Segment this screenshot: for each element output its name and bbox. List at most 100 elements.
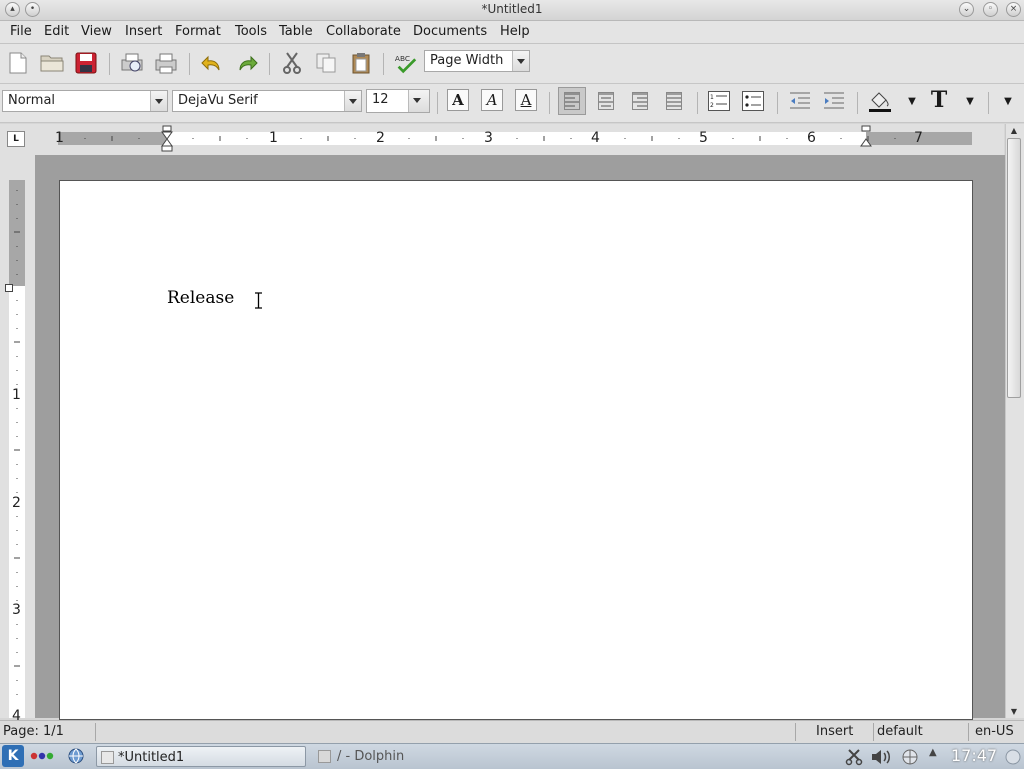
toolbar-separator (269, 53, 270, 75)
print-preview-icon[interactable] (120, 51, 144, 75)
status-separator (795, 723, 796, 741)
toolbar-separator (437, 92, 438, 114)
font-combo[interactable]: DejaVu Serif (172, 90, 362, 112)
menu-help[interactable]: Help (500, 24, 530, 39)
clock[interactable]: 17:47 (951, 746, 997, 765)
tray-expand-icon[interactable]: ▲ (929, 747, 937, 758)
style-combo[interactable]: Normal (2, 90, 168, 112)
menu-edit[interactable]: Edit (44, 24, 69, 39)
close-button[interactable]: × (1006, 2, 1021, 17)
font-dropdown-icon[interactable] (344, 91, 361, 111)
menu-collaborate[interactable]: Collaborate (326, 24, 401, 39)
status-separator (873, 723, 874, 741)
underline-button[interactable]: A (515, 89, 537, 111)
scrollbar-thumb[interactable] (1007, 138, 1021, 398)
numbered-list-button[interactable]: 12 (707, 89, 731, 113)
decrease-indent-icon (790, 92, 810, 109)
ruler-number: 4 (591, 130, 600, 146)
toolbar-overflow-icon[interactable]: ▼ (996, 89, 1020, 113)
menu-table[interactable]: Table (279, 24, 313, 39)
spellcheck-icon[interactable]: ABC (394, 51, 418, 75)
task-label: / - Dolphin (337, 749, 405, 764)
status-separator (968, 723, 969, 741)
toolbar-separator (109, 53, 110, 75)
status-separator (95, 723, 96, 741)
bold-button[interactable]: A (447, 89, 469, 111)
open-folder-icon[interactable] (40, 51, 64, 75)
network-globe-icon[interactable] (66, 747, 86, 765)
toolbar-separator (697, 92, 698, 114)
taskbar-item-dolphin[interactable]: / - Dolphin (314, 746, 524, 767)
ruler-number: 1 (55, 130, 64, 146)
menu-view[interactable]: View (81, 24, 112, 39)
document-text[interactable]: Release (167, 288, 234, 308)
text-color-button[interactable]: T (927, 87, 951, 113)
zoom-dropdown-icon[interactable] (512, 51, 529, 71)
page-count: Page: 1/1 (3, 724, 64, 739)
align-left-button[interactable] (558, 87, 586, 115)
undo-icon[interactable] (200, 51, 224, 75)
language-status[interactable]: en-US (975, 724, 1014, 739)
scroll-up-icon[interactable]: ▲ (1007, 125, 1021, 136)
bullet-list-button[interactable] (741, 89, 765, 113)
menu-format[interactable]: Format (175, 24, 221, 39)
svg-text:1: 1 (710, 94, 714, 101)
italic-button[interactable]: A (481, 89, 503, 111)
align-right-button[interactable] (628, 89, 652, 113)
highlight-color-dropdown-icon[interactable]: ▼ (900, 89, 924, 113)
align-right-icon (632, 92, 648, 110)
right-indent-marker[interactable] (859, 125, 873, 149)
menu-tools[interactable]: Tools (235, 24, 267, 39)
maximize-button[interactable]: ◦ (983, 2, 998, 17)
menu-insert[interactable]: Insert (125, 24, 162, 39)
highlight-color-button[interactable] (868, 89, 892, 113)
status-bar: Page: 1/1 Insert default en-US (0, 720, 1024, 743)
zoom-combo[interactable]: Page Width (424, 50, 530, 72)
klipper-scissors-icon[interactable] (845, 748, 863, 766)
toolbar-separator (777, 92, 778, 114)
zoom-value: Page Width (430, 53, 504, 68)
vruler-number: 2 (12, 495, 21, 511)
increase-indent-button[interactable] (822, 89, 846, 113)
left-indent-marker[interactable] (160, 125, 174, 153)
scroll-down-icon[interactable]: ▼ (1007, 706, 1021, 717)
print-icon[interactable] (154, 51, 178, 75)
desktop-pager-icon[interactable] (30, 750, 54, 762)
insert-mode[interactable]: Insert (816, 724, 853, 739)
document-page[interactable] (59, 180, 973, 720)
save-icon[interactable] (74, 51, 98, 75)
decrease-indent-button[interactable] (788, 89, 812, 113)
task-label: *Untitled1 (118, 750, 185, 765)
align-left-icon (564, 92, 580, 110)
menu-file[interactable]: File (10, 24, 32, 39)
copy-icon[interactable] (314, 51, 338, 75)
align-center-button[interactable] (594, 89, 618, 113)
font-size-dropdown-icon[interactable] (408, 90, 429, 112)
paint-bucket-icon (869, 92, 891, 112)
folder-app-icon (318, 750, 331, 763)
redo-icon[interactable] (235, 51, 259, 75)
style-dropdown-icon[interactable] (150, 91, 167, 111)
toolbar-separator (857, 92, 858, 114)
logout-icon[interactable] (1004, 748, 1022, 766)
volume-icon[interactable] (870, 748, 892, 766)
tab-stop-selector[interactable]: L (7, 131, 25, 147)
menu-documents[interactable]: Documents (413, 24, 487, 39)
network-status-icon[interactable] (899, 748, 921, 766)
standard-toolbar: ABC Page Width (0, 44, 1024, 84)
new-document-icon[interactable] (6, 51, 30, 75)
menu-bar: File Edit View Insert Format Tools Table… (0, 21, 1024, 44)
start-menu-icon[interactable]: K (2, 745, 24, 767)
taskbar-item-untitled[interactable]: *Untitled1 (96, 746, 306, 767)
toolbar-separator (383, 53, 384, 75)
cut-icon[interactable] (280, 51, 304, 75)
text-color-dropdown-icon[interactable]: ▼ (958, 89, 982, 113)
svg-text:ABC: ABC (395, 54, 410, 63)
justify-button[interactable] (662, 89, 686, 113)
style-status: default (877, 724, 923, 739)
font-size-combo[interactable]: 12 (366, 89, 430, 113)
window-title: *Untitled1 (481, 2, 543, 16)
paste-icon[interactable] (349, 51, 373, 75)
vruler-number: 3 (12, 602, 21, 618)
minimize-button[interactable]: ⌄ (959, 2, 974, 17)
